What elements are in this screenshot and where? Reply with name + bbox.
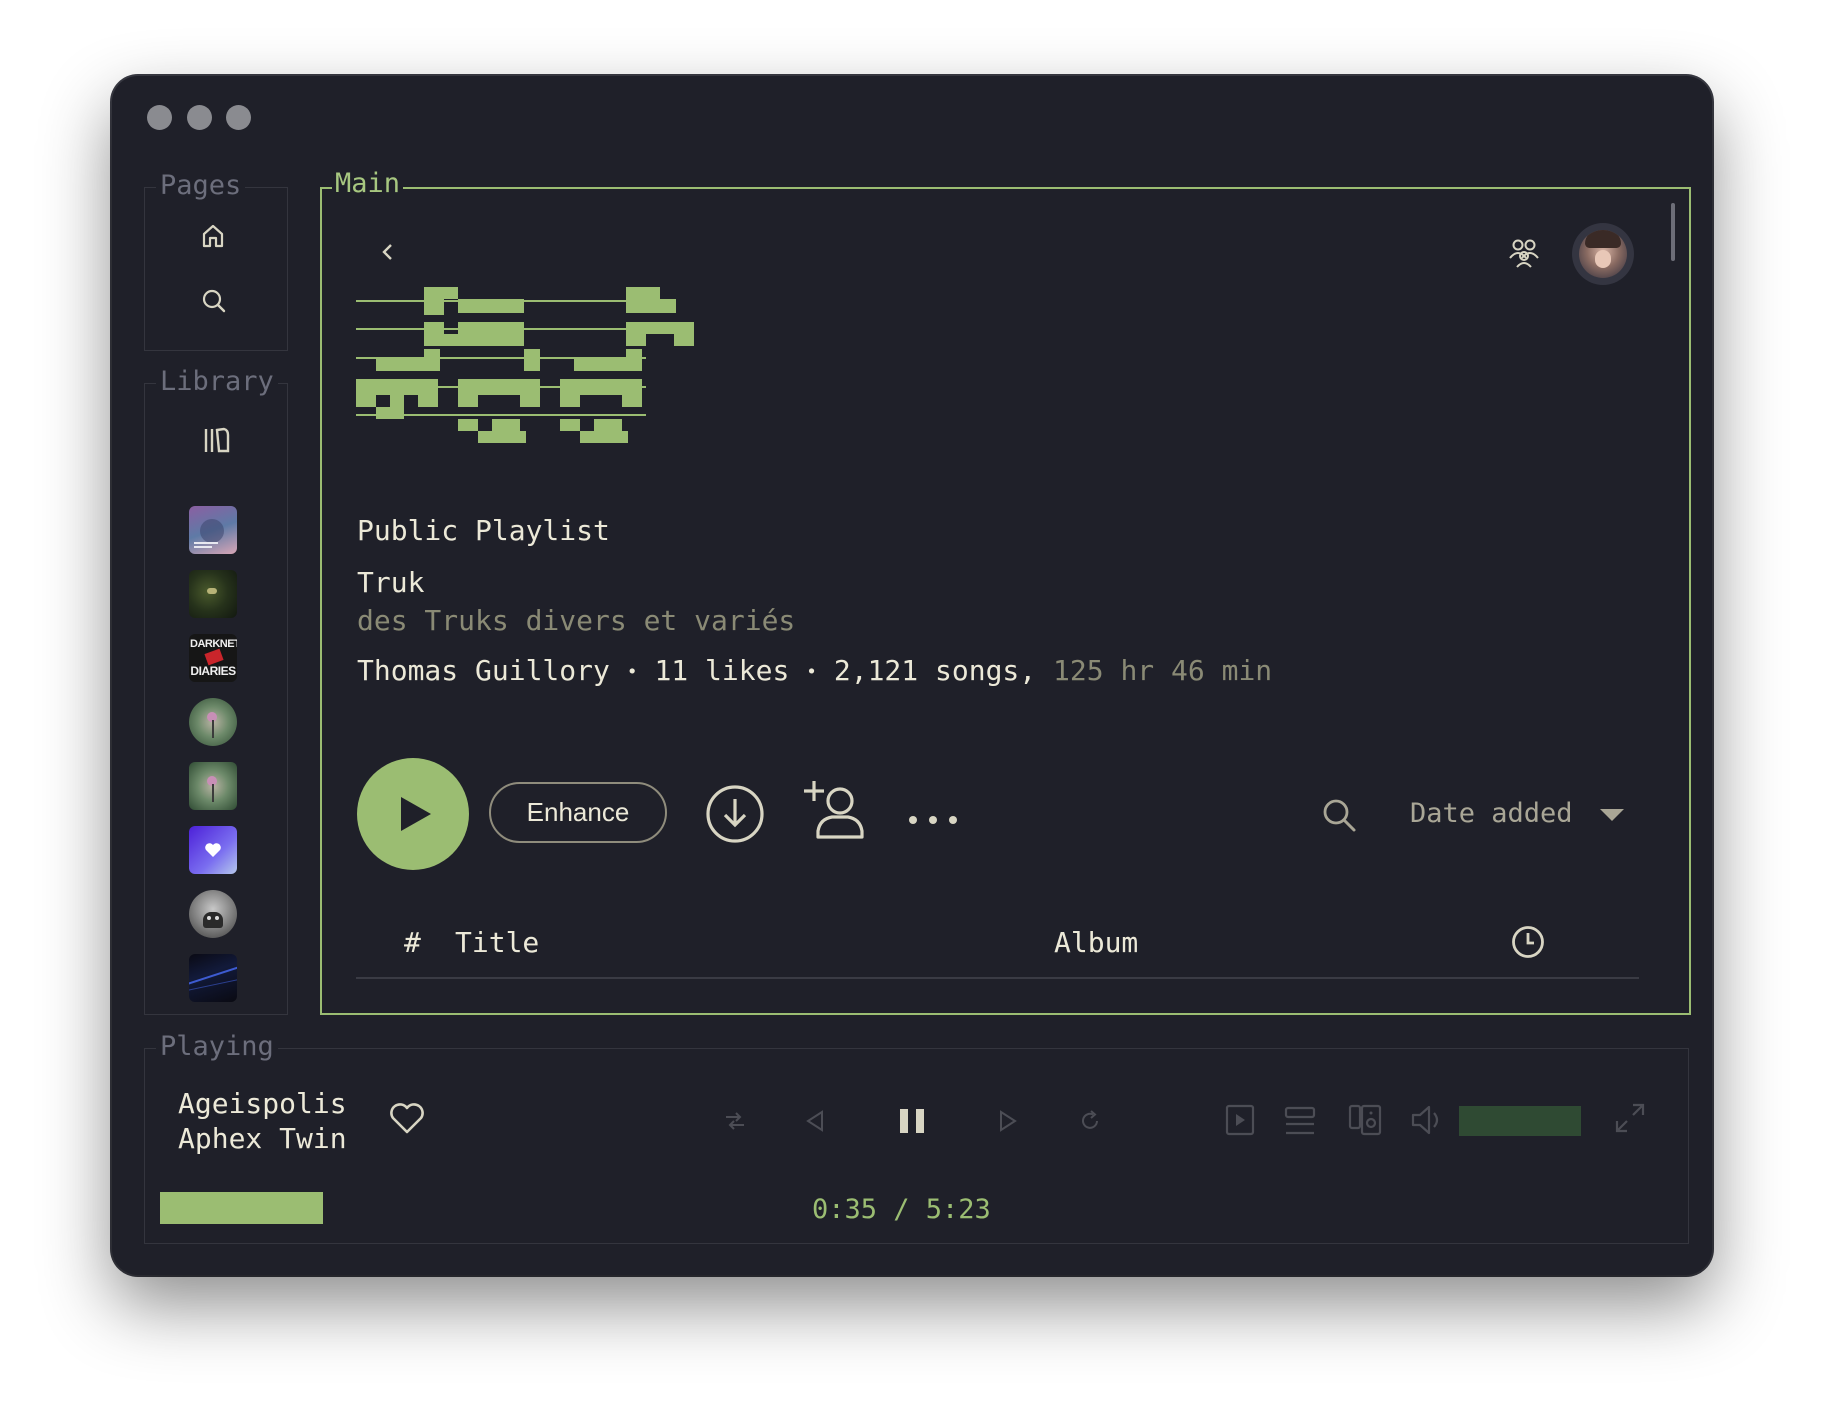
- table-header-divider: [356, 977, 1639, 979]
- playlist-title: Truk: [357, 566, 425, 599]
- invite-collaborator-icon[interactable]: [802, 779, 868, 847]
- repeat-icon[interactable]: [1079, 1110, 1101, 1136]
- playlist-cover-8[interactable]: [189, 954, 237, 1002]
- back-button[interactable]: [378, 240, 398, 268]
- playlist-type-label: Public Playlist: [357, 514, 610, 547]
- playlist-cover-5[interactable]: [189, 762, 237, 810]
- playlist-cover-2[interactable]: [189, 570, 237, 618]
- volume-icon[interactable]: [1410, 1104, 1444, 1140]
- app-window: Pages Library DARKNET DIARIES Main Publi…: [112, 76, 1712, 1275]
- progress-bar-fill: [160, 1192, 324, 1224]
- window-zoom-button[interactable]: [226, 105, 251, 130]
- heart-icon[interactable]: [389, 1103, 425, 1139]
- friends-activity-icon[interactable]: [1506, 234, 1542, 274]
- column-header-album[interactable]: Album: [1054, 926, 1138, 959]
- search-icon[interactable]: [201, 288, 227, 318]
- more-options-icon[interactable]: [908, 810, 960, 829]
- queue-icon[interactable]: [1284, 1106, 1316, 1140]
- main-legend: Main: [332, 170, 404, 198]
- playlist-song-count: 2,121 songs,: [833, 654, 1037, 687]
- pages-panel: [144, 187, 288, 351]
- connect-device-icon[interactable]: [1348, 1104, 1382, 1140]
- user-avatar[interactable]: [1572, 223, 1634, 285]
- duration-clock-icon: [1511, 925, 1545, 963]
- previous-track-icon[interactable]: [805, 1110, 825, 1136]
- meta-separator: •: [806, 661, 817, 683]
- now-playing-view-icon[interactable]: [1225, 1104, 1255, 1140]
- liked-songs-cover[interactable]: [189, 826, 237, 874]
- playing-legend: Playing: [156, 1033, 278, 1061]
- library-legend: Library: [156, 368, 278, 396]
- playlist-pixel-art-cover: [356, 287, 696, 455]
- shuffle-icon[interactable]: [724, 1111, 746, 1135]
- enhance-label: Enhance: [526, 797, 630, 827]
- sort-dropdown[interactable]: Date added: [1410, 798, 1625, 829]
- darknet-diaries-cover[interactable]: DARKNET DIARIES: [189, 634, 237, 682]
- playlist-meta: Thomas Guillory • 11 likes • 2,121 songs…: [357, 654, 1272, 687]
- pages-legend: Pages: [156, 172, 246, 200]
- next-track-icon[interactable]: [998, 1110, 1018, 1136]
- volume-slider-fill: [1459, 1106, 1581, 1136]
- artist-cover-7[interactable]: [189, 890, 237, 938]
- playlist-owner[interactable]: Thomas Guillory: [357, 654, 610, 687]
- chevron-down-icon: [1599, 808, 1624, 821]
- search-in-playlist-icon[interactable]: [1321, 797, 1357, 837]
- download-icon[interactable]: [705, 784, 765, 848]
- meta-separator: •: [626, 661, 638, 683]
- main-scrollbar[interactable]: [1671, 203, 1675, 261]
- track-artist[interactable]: Aphex Twin: [178, 1122, 347, 1155]
- playlist-cover-1[interactable]: [189, 506, 237, 554]
- window-close-button[interactable]: [147, 105, 172, 130]
- sort-label: Date added: [1410, 798, 1573, 829]
- enhance-button[interactable]: Enhance: [489, 782, 667, 843]
- window-minimize-button[interactable]: [187, 105, 212, 130]
- pause-icon[interactable]: [898, 1108, 926, 1138]
- column-header-title[interactable]: Title: [455, 926, 539, 959]
- volume-slider[interactable]: [1459, 1106, 1581, 1136]
- playlist-cover-4[interactable]: [189, 698, 237, 746]
- track-title[interactable]: Ageispolis: [178, 1087, 347, 1120]
- playlist-description: des Truks divers et variés: [357, 604, 796, 637]
- play-button[interactable]: [357, 758, 469, 870]
- home-icon[interactable]: [201, 223, 225, 253]
- library-icon[interactable]: [202, 426, 230, 458]
- playlist-duration: 125 hr 46 min: [1053, 654, 1273, 687]
- playlist-likes: 11 likes: [654, 654, 790, 687]
- fullscreen-icon[interactable]: [1614, 1102, 1646, 1138]
- column-header-number: #: [404, 926, 421, 959]
- playback-time: 0:35 / 5:23: [812, 1194, 991, 1225]
